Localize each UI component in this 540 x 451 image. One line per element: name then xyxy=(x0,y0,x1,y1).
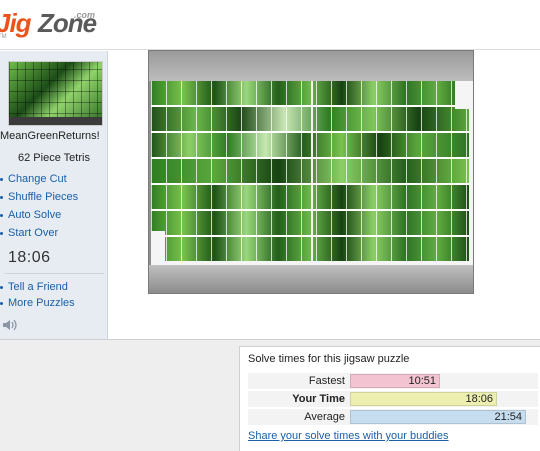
your-time-value: 18:06 xyxy=(465,393,493,405)
piece-row[interactable] xyxy=(151,185,469,209)
shuffle-pieces-link[interactable]: Shuffle Pieces xyxy=(0,191,108,203)
fastest-row: Fastest 10:51 xyxy=(248,373,538,389)
shuffle-pieces-label: Shuffle Pieces xyxy=(8,191,79,203)
more-puzzles-link[interactable]: More Puzzles xyxy=(0,297,108,309)
more-puzzles-label: More Puzzles xyxy=(8,297,75,309)
logo-tm: TM xyxy=(0,34,7,40)
your-time-label: Your Time xyxy=(292,393,345,405)
change-cut-label: Change Cut xyxy=(8,173,67,185)
piece-row[interactable] xyxy=(151,133,469,157)
auto-solve-label: Auto Solve xyxy=(8,209,62,221)
logo-com: .com xyxy=(74,10,96,20)
start-over-label: Start Over xyxy=(8,227,59,239)
piece-row[interactable] xyxy=(151,237,469,261)
start-over-link[interactable]: Start Over xyxy=(0,227,108,239)
puzzle-canvas[interactable] xyxy=(148,50,474,294)
sidebar: MeanGreenReturns! 62 Piece Tetris Change… xyxy=(0,51,108,339)
tell-a-friend-label: Tell a Friend xyxy=(8,281,68,293)
solve-times-title: Solve times for this jigsaw puzzle xyxy=(248,353,410,365)
bullet-icon xyxy=(0,232,3,235)
piece-row[interactable] xyxy=(151,81,469,105)
piece-info: 62 Piece Tetris xyxy=(18,152,90,164)
bullet-icon xyxy=(0,178,3,181)
share-solve-times-link[interactable]: Share your solve times with your buddies xyxy=(248,430,449,442)
average-label: Average xyxy=(304,411,345,423)
tell-a-friend-link[interactable]: Tell a Friend xyxy=(0,281,108,293)
board-gap xyxy=(151,231,165,261)
bullet-icon xyxy=(0,286,3,289)
solve-times-panel: Solve times for this jigsaw puzzle Faste… xyxy=(239,346,540,451)
canvas-bottom-band xyxy=(149,265,473,293)
piece-row[interactable] xyxy=(151,211,469,235)
piece-seam xyxy=(311,81,313,261)
your-time-row: Your Time 18:06 xyxy=(248,391,538,407)
puzzle-thumbnail[interactable] xyxy=(8,61,103,126)
fastest-value: 10:51 xyxy=(408,375,436,387)
thumbnail-image xyxy=(9,62,102,125)
change-cut-link[interactable]: Change Cut xyxy=(0,173,108,185)
bullet-icon xyxy=(0,196,3,199)
puzzle-pieces[interactable] xyxy=(151,81,469,261)
timer: 18:06 xyxy=(8,249,51,266)
board-gap xyxy=(455,81,469,109)
average-row: Average 21:54 xyxy=(248,409,538,425)
canvas-top-band xyxy=(149,51,473,81)
fastest-label: Fastest xyxy=(308,375,345,387)
thumbnail-footer xyxy=(9,117,102,125)
piece-row[interactable] xyxy=(151,107,469,131)
average-value: 21:54 xyxy=(494,411,522,423)
piece-row[interactable] xyxy=(151,159,469,183)
speaker-icon[interactable] xyxy=(2,318,18,332)
sidebar-divider xyxy=(4,273,104,274)
bullet-icon xyxy=(0,302,3,305)
header: Jig Zone .com TM xyxy=(0,0,540,50)
auto-solve-link[interactable]: Auto Solve xyxy=(0,209,108,221)
puzzle-board[interactable] xyxy=(151,81,473,265)
bullet-icon xyxy=(0,214,3,217)
puzzle-name: MeanGreenReturns! xyxy=(0,130,100,142)
